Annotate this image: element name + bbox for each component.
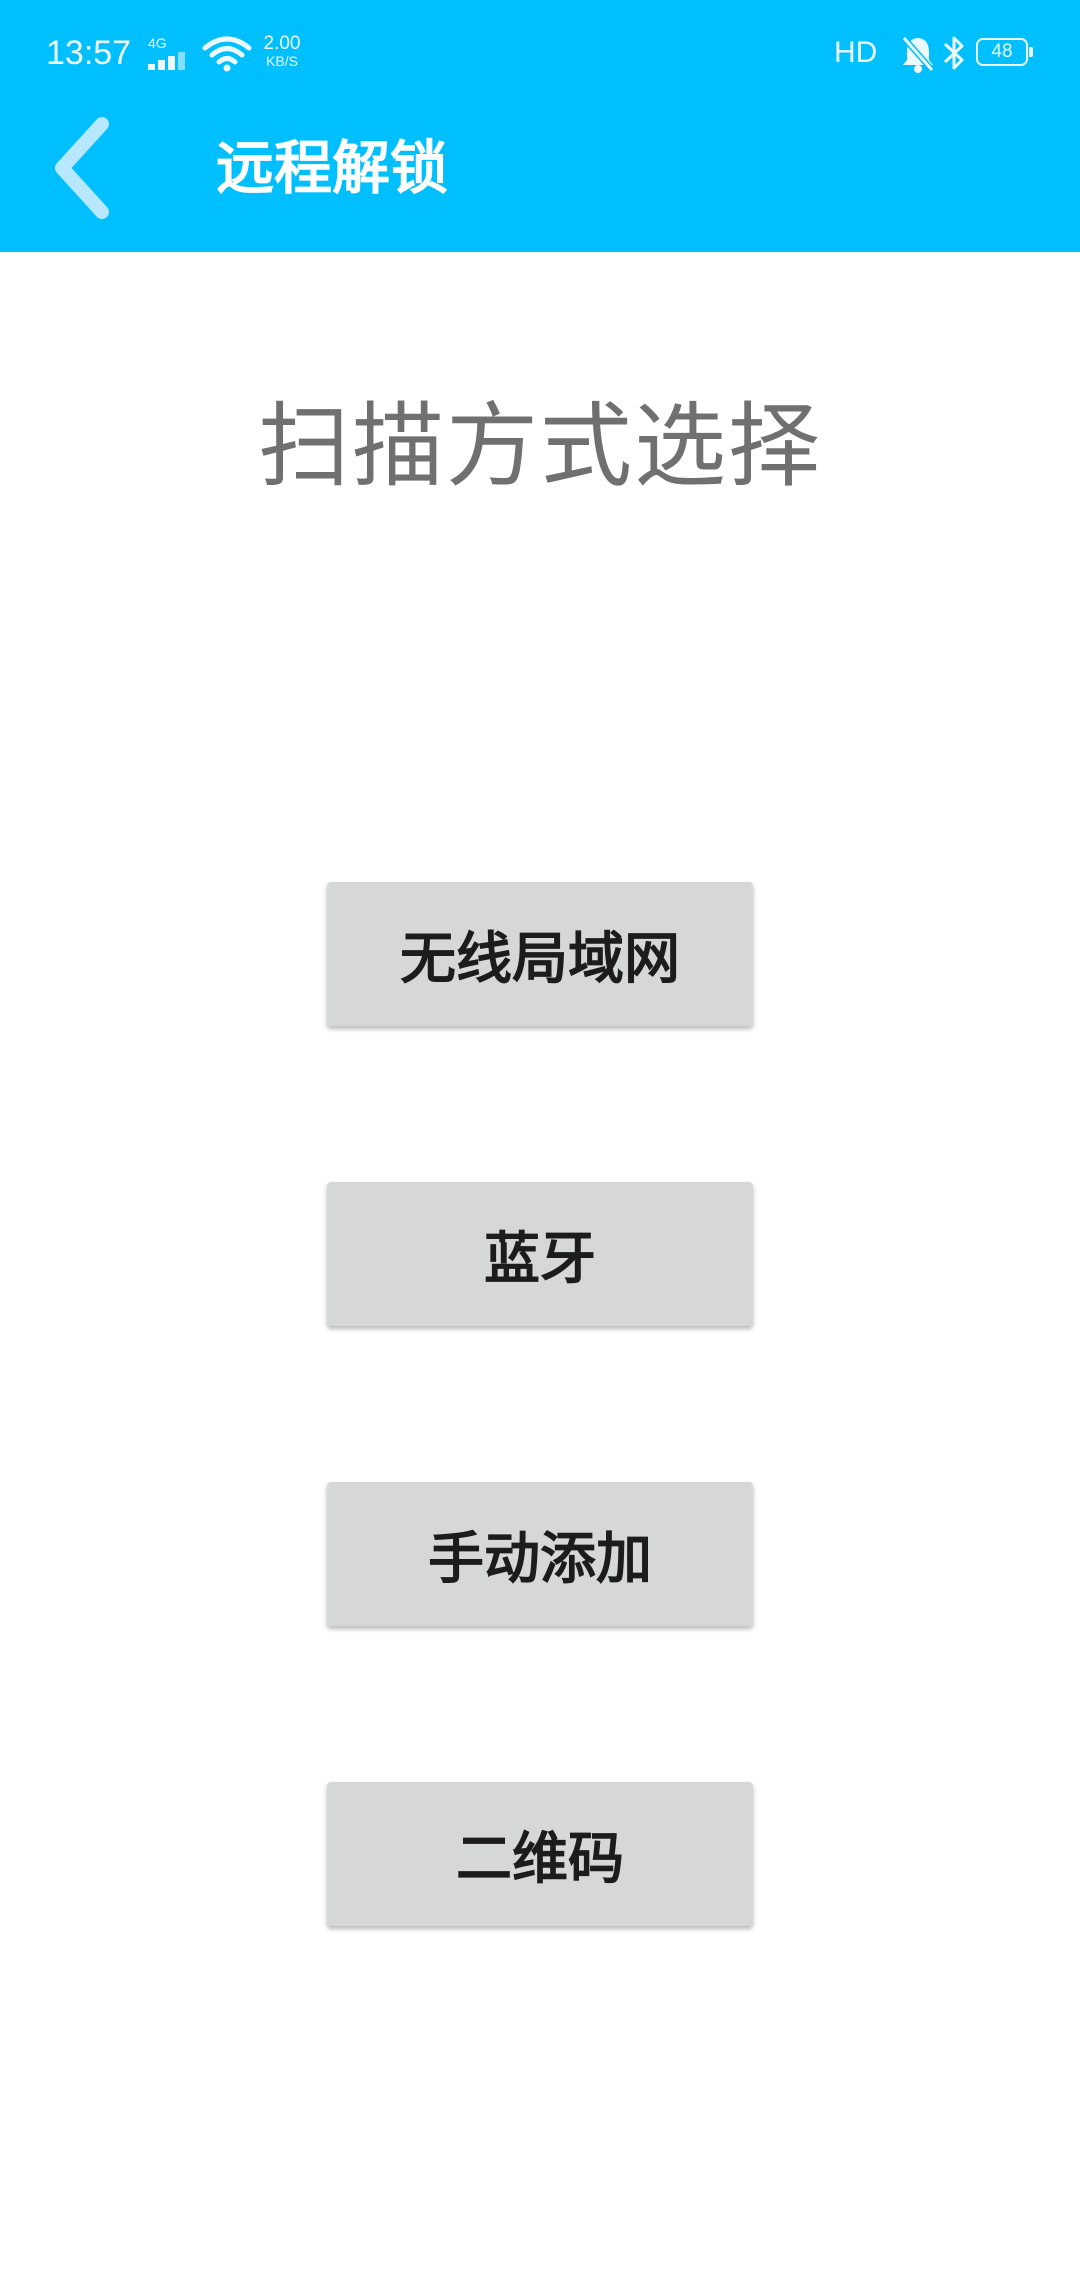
back-button[interactable] <box>40 110 130 230</box>
app-header: 13:57 4G 2.00 KB/S HD 48 远程解锁 <box>0 0 1080 252</box>
status-time: 13:57 <box>46 34 132 72</box>
network-speed: 2.00 KB/S <box>256 34 308 69</box>
speed-unit: KB/S <box>266 53 298 69</box>
page-title: 远程解锁 <box>216 134 449 202</box>
network-type: 4G <box>148 35 167 51</box>
speed-value: 2.00 <box>263 33 301 54</box>
signal-icon <box>148 52 192 70</box>
manual-add-button[interactable]: 手动添加 <box>327 1482 753 1626</box>
bluetooth-button[interactable]: 蓝牙 <box>327 1182 753 1326</box>
bell-muted-icon <box>901 36 935 73</box>
status-bar: 13:57 4G 2.00 KB/S HD 48 <box>0 0 1080 110</box>
wifi-icon <box>202 36 252 72</box>
qr-code-button[interactable]: 二维码 <box>327 1782 753 1926</box>
bluetooth-icon <box>943 36 964 70</box>
battery-icon: 48 <box>976 38 1033 66</box>
battery-level: 48 <box>991 41 1013 62</box>
wlan-button[interactable]: 无线局域网 <box>327 882 753 1026</box>
scan-method-heading: 扫描方式选择 <box>257 393 822 500</box>
hd-label: HD <box>834 36 878 69</box>
chevron-left-icon <box>55 117 109 219</box>
